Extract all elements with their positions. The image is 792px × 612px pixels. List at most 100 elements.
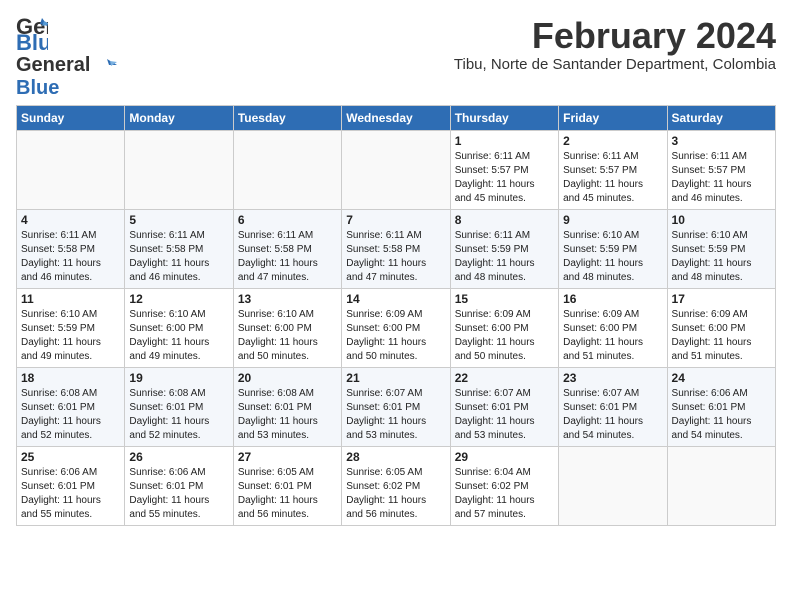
calendar-cell: 9 Sunrise: 6:10 AM Sunset: 5:59 PM Daylig… [559, 209, 667, 288]
day-number: 3 [672, 134, 771, 148]
day-info: Sunrise: 6:11 AM Sunset: 5:58 PM Dayligh… [346, 229, 445, 285]
calendar-cell [559, 446, 667, 525]
day-info: Sunrise: 6:09 AM Sunset: 6:00 PM Dayligh… [672, 308, 771, 364]
weekday-header-monday: Monday [125, 105, 233, 130]
calendar-cell: 12 Sunrise: 6:10 AM Sunset: 6:00 PM Dayli… [125, 288, 233, 367]
logo-bird-icon [97, 57, 117, 77]
weekday-header-friday: Friday [559, 105, 667, 130]
calendar-cell: 3 Sunrise: 6:11 AM Sunset: 5:57 PM Daylig… [667, 130, 775, 209]
day-number: 4 [21, 213, 120, 227]
weekday-header-thursday: Thursday [450, 105, 558, 130]
calendar-week-row: 25 Sunrise: 6:06 AM Sunset: 6:01 PM Dayli… [17, 446, 776, 525]
day-info: Sunrise: 6:11 AM Sunset: 5:58 PM Dayligh… [238, 229, 337, 285]
calendar-cell [342, 130, 450, 209]
day-number: 9 [563, 213, 662, 227]
day-number: 12 [129, 292, 228, 306]
day-info: Sunrise: 6:07 AM Sunset: 6:01 PM Dayligh… [346, 387, 445, 443]
title-section: February 2024 Tibu, Norte de Santander D… [454, 16, 776, 73]
day-info: Sunrise: 6:09 AM Sunset: 6:00 PM Dayligh… [455, 308, 554, 364]
weekday-header-tuesday: Tuesday [233, 105, 341, 130]
day-number: 7 [346, 213, 445, 227]
day-info: Sunrise: 6:11 AM Sunset: 5:57 PM Dayligh… [563, 150, 662, 206]
calendar-cell: 5Sunrise: 6:11 AM Sunset: 5:58 PM Daylig… [125, 209, 233, 288]
day-number: 13 [238, 292, 337, 306]
day-info: Sunrise: 6:10 AM Sunset: 6:00 PM Dayligh… [129, 308, 228, 364]
svg-text:Blue: Blue [16, 30, 48, 52]
calendar-cell: 11 Sunrise: 6:10 AM Sunset: 5:59 PM Dayli… [17, 288, 125, 367]
day-number: 22 [455, 371, 554, 385]
calendar-cell: 23 Sunrise: 6:07 AM Sunset: 6:01 PM Dayli… [559, 367, 667, 446]
page-header: General Blue General Blue February 2024 … [16, 16, 776, 99]
calendar-cell [667, 446, 775, 525]
calendar-cell [125, 130, 233, 209]
weekday-header-saturday: Saturday [667, 105, 775, 130]
calendar-cell: 15Sunrise: 6:09 AM Sunset: 6:00 PM Dayli… [450, 288, 558, 367]
logo-general: General [16, 54, 90, 76]
day-number: 16 [563, 292, 662, 306]
day-info: Sunrise: 6:06 AM Sunset: 6:01 PM Dayligh… [21, 466, 120, 522]
calendar-cell: 8 Sunrise: 6:11 AM Sunset: 5:59 PM Daylig… [450, 209, 558, 288]
calendar-week-row: 1 Sunrise: 6:11 AM Sunset: 5:57 PM Daylig… [17, 130, 776, 209]
day-number: 19 [129, 371, 228, 385]
day-number: 14 [346, 292, 445, 306]
day-info: Sunrise: 6:11 AM Sunset: 5:57 PM Dayligh… [455, 150, 554, 206]
day-info: Sunrise: 6:08 AM Sunset: 6:01 PM Dayligh… [238, 387, 337, 443]
day-number: 2 [563, 134, 662, 148]
day-info: Sunrise: 6:10 AM Sunset: 5:59 PM Dayligh… [563, 229, 662, 285]
day-number: 1 [455, 134, 554, 148]
day-number: 17 [672, 292, 771, 306]
day-number: 20 [238, 371, 337, 385]
calendar-week-row: 4 Sunrise: 6:11 AM Sunset: 5:58 PM Daylig… [17, 209, 776, 288]
day-number: 25 [21, 450, 120, 464]
calendar-cell: 2 Sunrise: 6:11 AM Sunset: 5:57 PM Daylig… [559, 130, 667, 209]
weekday-header-wednesday: Wednesday [342, 105, 450, 130]
day-info: Sunrise: 6:11 AM Sunset: 5:58 PM Dayligh… [129, 229, 228, 285]
day-info: Sunrise: 6:10 AM Sunset: 5:59 PM Dayligh… [21, 308, 120, 364]
calendar-cell: 17 Sunrise: 6:09 AM Sunset: 6:00 PM Dayli… [667, 288, 775, 367]
logo-blue: Blue [16, 77, 59, 99]
logo-icon: General Blue [16, 16, 48, 52]
day-info: Sunrise: 6:10 AM Sunset: 5:59 PM Dayligh… [672, 229, 771, 285]
day-info: Sunrise: 6:07 AM Sunset: 6:01 PM Dayligh… [563, 387, 662, 443]
calendar-header-row: SundayMondayTuesdayWednesdayThursdayFrid… [17, 105, 776, 130]
calendar-cell: 27 Sunrise: 6:05 AM Sunset: 6:01 PM Dayli… [233, 446, 341, 525]
calendar-cell: 6Sunrise: 6:11 AM Sunset: 5:58 PM Daylig… [233, 209, 341, 288]
day-number: 29 [455, 450, 554, 464]
calendar-cell: 13 Sunrise: 6:10 AM Sunset: 6:00 PM Dayli… [233, 288, 341, 367]
calendar-table: SundayMondayTuesdayWednesdayThursdayFrid… [16, 105, 776, 526]
calendar-cell: 18Sunrise: 6:08 AM Sunset: 6:01 PM Dayli… [17, 367, 125, 446]
location: Tibu, Norte de Santander Department, Col… [454, 56, 776, 73]
calendar-week-row: 18Sunrise: 6:08 AM Sunset: 6:01 PM Dayli… [17, 367, 776, 446]
calendar-cell: 29Sunrise: 6:04 AM Sunset: 6:02 PM Dayli… [450, 446, 558, 525]
calendar-cell: 25 Sunrise: 6:06 AM Sunset: 6:01 PM Dayli… [17, 446, 125, 525]
calendar-week-row: 11 Sunrise: 6:10 AM Sunset: 5:59 PM Dayli… [17, 288, 776, 367]
calendar-cell: 19 Sunrise: 6:08 AM Sunset: 6:01 PM Dayli… [125, 367, 233, 446]
day-number: 11 [21, 292, 120, 306]
calendar-cell: 1 Sunrise: 6:11 AM Sunset: 5:57 PM Daylig… [450, 130, 558, 209]
calendar-cell: 10 Sunrise: 6:10 AM Sunset: 5:59 PM Dayli… [667, 209, 775, 288]
calendar-cell: 28Sunrise: 6:05 AM Sunset: 6:02 PM Dayli… [342, 446, 450, 525]
day-number: 21 [346, 371, 445, 385]
day-info: Sunrise: 6:11 AM Sunset: 5:59 PM Dayligh… [455, 229, 554, 285]
day-info: Sunrise: 6:08 AM Sunset: 6:01 PM Dayligh… [129, 387, 228, 443]
day-info: Sunrise: 6:08 AM Sunset: 6:01 PM Dayligh… [21, 387, 120, 443]
day-number: 8 [455, 213, 554, 227]
day-info: Sunrise: 6:11 AM Sunset: 5:57 PM Dayligh… [672, 150, 771, 206]
logo: General Blue General Blue [16, 16, 119, 99]
day-info: Sunrise: 6:10 AM Sunset: 6:00 PM Dayligh… [238, 308, 337, 364]
day-info: Sunrise: 6:06 AM Sunset: 6:01 PM Dayligh… [129, 466, 228, 522]
calendar-cell: 26Sunrise: 6:06 AM Sunset: 6:01 PM Dayli… [125, 446, 233, 525]
calendar-cell: 7 Sunrise: 6:11 AM Sunset: 5:58 PM Daylig… [342, 209, 450, 288]
day-number: 24 [672, 371, 771, 385]
calendar-cell [17, 130, 125, 209]
day-number: 23 [563, 371, 662, 385]
day-info: Sunrise: 6:05 AM Sunset: 6:01 PM Dayligh… [238, 466, 337, 522]
calendar-cell: 24Sunrise: 6:06 AM Sunset: 6:01 PM Dayli… [667, 367, 775, 446]
calendar-cell: 16Sunrise: 6:09 AM Sunset: 6:00 PM Dayli… [559, 288, 667, 367]
month-title: February 2024 [454, 16, 776, 56]
day-number: 27 [238, 450, 337, 464]
weekday-header-sunday: Sunday [17, 105, 125, 130]
day-number: 28 [346, 450, 445, 464]
calendar-cell: 20 Sunrise: 6:08 AM Sunset: 6:01 PM Dayli… [233, 367, 341, 446]
day-number: 10 [672, 213, 771, 227]
